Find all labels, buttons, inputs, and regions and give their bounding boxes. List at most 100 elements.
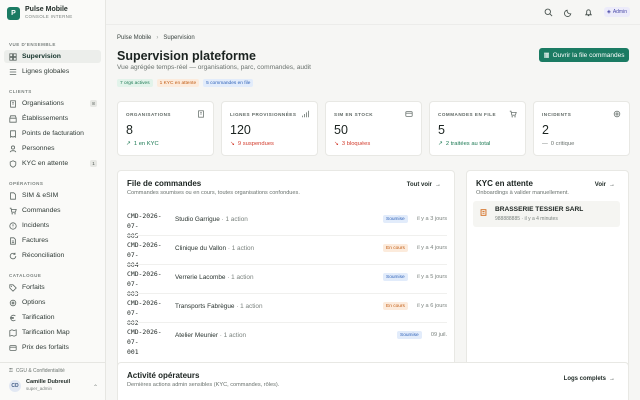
count-badge: 8 <box>90 100 97 107</box>
sliders-icon <box>9 299 17 307</box>
brand-logo: P <box>7 6 20 20</box>
admin-badge[interactable]: ◈ Admin <box>603 7 630 17</box>
sim-icon <box>9 191 17 200</box>
stat-card-commandes[interactable]: COMMANDES EN FILE 5 ↗ 2 traitées au total <box>429 101 526 156</box>
sidebar-item-personnes[interactable]: Personnes <box>4 142 101 155</box>
stat-card-organisations[interactable]: ORGANISATIONS 8 ↗ 1 en KYC <box>117 101 214 156</box>
store-icon <box>9 114 17 123</box>
sidebar-item-factures[interactable]: Factures <box>4 234 101 247</box>
divider <box>127 235 447 236</box>
building-icon <box>480 209 487 216</box>
stat-card-sim-stock[interactable]: SIM EN STOCK 50 ↘ 3 bloquées <box>325 101 422 156</box>
stat-card-incidents[interactable]: INCIDENTS 2 —0 critique <box>533 101 630 156</box>
sidebar-item-label: Tarification Map <box>22 329 70 336</box>
receipt-icon <box>9 129 17 138</box>
open-orders-queue-button[interactable]: ▦ Ouvrir la file commandes <box>539 48 629 62</box>
trend-flat-icon: — <box>542 141 548 147</box>
order-org: Studio Garrigue · 1 action <box>175 216 248 223</box>
breadcrumb-item: Supervision <box>163 35 195 41</box>
nav-section-operations: OPÉRATIONS <box>9 181 44 186</box>
person-icon <box>9 145 17 153</box>
breadcrumb: Pulse Mobile › Supervision <box>117 35 195 41</box>
order-time: il y a 4 jours <box>417 245 447 251</box>
view-all-orders-button[interactable]: Tout voir → <box>402 179 446 191</box>
breadcrumb-item[interactable]: Pulse Mobile <box>117 35 151 41</box>
sidebar-item-organisations[interactable]: Organisations 8 <box>4 97 101 110</box>
shield-icon <box>9 159 17 168</box>
sidebar-item-tarification-map[interactable]: Tarification Map <box>4 326 101 339</box>
bell-icon[interactable] <box>584 7 594 17</box>
stat-delta: —0 critique <box>542 141 575 147</box>
panel-subtitle: Onboardings à valider manuellement. <box>476 190 569 196</box>
page-subtitle: Vue agrégée temps-réel — organisations, … <box>117 64 312 71</box>
nav-section-catalogue: CATALOGUE <box>9 273 42 278</box>
stat-label: LIGNES PROVISIONNÉES <box>230 112 297 117</box>
stat-delta: ↘ 3 bloquées <box>334 141 371 147</box>
status-badge: Soumise <box>383 215 408 223</box>
stat-label: ORGANISATIONS <box>126 112 171 117</box>
sidebar-item-kyc[interactable]: KYC en attente 1 <box>4 157 101 170</box>
sidebar-item-forfaits[interactable]: Forfaits <box>4 281 101 294</box>
kyc-company-name: BRASSERIE TESSIER SARL <box>495 206 584 213</box>
order-time: il y a 6 jours <box>417 303 447 309</box>
sidebar-item-lignes-globales[interactable]: Lignes globales <box>4 65 101 78</box>
cgu-link[interactable]: ⚿ CGU & Confidentialité <box>9 368 65 374</box>
view-kyc-button[interactable]: Voir → <box>590 179 620 191</box>
list-icon <box>9 68 17 76</box>
status-badge: En cours <box>383 302 408 310</box>
arrow-right-icon: → <box>435 182 441 188</box>
grid-icon: ▦ <box>543 52 550 59</box>
panel-title: KYC en attente <box>476 179 533 188</box>
full-logs-button[interactable]: Logs complets → <box>559 373 620 385</box>
sidebar-item-prix-forfaits[interactable]: Prix des forfaits <box>4 341 101 354</box>
sidebar-item-label: Tarification <box>22 314 55 321</box>
order-org: Atelier Meunier · 1 action <box>175 332 247 339</box>
sidebar-item-label: Incidents <box>22 222 50 229</box>
kyc-meta: 988888885 · il y a 4 minutes <box>495 216 558 222</box>
stat-label: SIM EN STOCK <box>334 112 374 117</box>
panel-subtitle: Commandes soumises ou en cours, toutes o… <box>127 190 300 196</box>
tag-icon <box>9 283 17 292</box>
shield-icon: ◈ <box>606 9 611 15</box>
divider <box>127 293 447 294</box>
sidebar: P Pulse Mobile CONSOLE INTERNE VUE D'ENS… <box>0 0 106 400</box>
sidebar-item-etablissements[interactable]: Établissements <box>4 112 101 125</box>
order-id: CMD-2026-07- 005 <box>127 212 162 240</box>
sidebar-item-points-facturation[interactable]: Points de facturation <box>4 127 101 140</box>
divider <box>127 264 447 265</box>
sidebar-item-label: Commandes <box>22 207 61 214</box>
divider <box>127 322 447 323</box>
sidebar-item-tarification[interactable]: Tarification <box>4 311 101 324</box>
brand[interactable]: P Pulse Mobile CONSOLE INTERNE <box>7 6 73 20</box>
stat-value: 120 <box>230 123 251 137</box>
chip-kyc-pending: 1 KYC en attente <box>156 79 200 87</box>
sidebar-item-options[interactable]: Options <box>4 296 101 309</box>
order-id: CMD-2026-07- 001 <box>127 328 162 356</box>
stat-delta: ↗ 2 traitées au total <box>438 141 491 147</box>
kyc-list-item[interactable]: BRASSERIE TESSIER SARL 988888885 · il y … <box>473 201 620 227</box>
theme-toggle-icon[interactable] <box>564 7 574 17</box>
orders-panel: File de commandes Commandes soumises ou … <box>117 170 455 370</box>
sidebar-item-incidents[interactable]: Incidents <box>4 219 101 232</box>
sidebar-item-sim[interactable]: SIM & eSIM <box>4 189 101 202</box>
trend-down-icon: ↘ <box>334 141 339 147</box>
status-badge: Soumise <box>383 273 408 281</box>
sidebar-item-commandes[interactable]: Commandes <box>4 204 101 217</box>
order-org: Verrerie Lacombe · 1 action <box>175 274 254 281</box>
euro-icon <box>9 314 17 322</box>
count-badge: 1 <box>90 160 97 167</box>
user-menu[interactable]: CD Camille Dubreuil super_admin <box>9 379 70 392</box>
sidebar-item-supervision[interactable]: Supervision <box>4 50 101 63</box>
search-icon[interactable] <box>544 7 554 17</box>
chevron-updown-icon[interactable]: ⌃ <box>93 384 98 391</box>
order-id: CMD-2026-07- 003 <box>127 270 162 298</box>
avatar: CD <box>9 379 21 392</box>
sidebar-item-reconciliation[interactable]: Réconciliation <box>4 249 101 262</box>
status-badge: En cours <box>383 244 408 252</box>
refresh-icon <box>9 252 17 260</box>
table-row[interactable]: CMD-2026-07- 001 Atelier Meunier · 1 acti… <box>127 327 447 356</box>
kyc-panel: KYC en attente Onboardings à valider man… <box>466 170 629 370</box>
panel-subtitle: Dernières actions admin sensibles (KYC, … <box>127 382 280 388</box>
sidebar-item-label: Options <box>22 299 46 306</box>
stat-card-lignes[interactable]: LIGNES PROVISIONNÉES 120 ↘ 9 suspendues <box>221 101 318 156</box>
